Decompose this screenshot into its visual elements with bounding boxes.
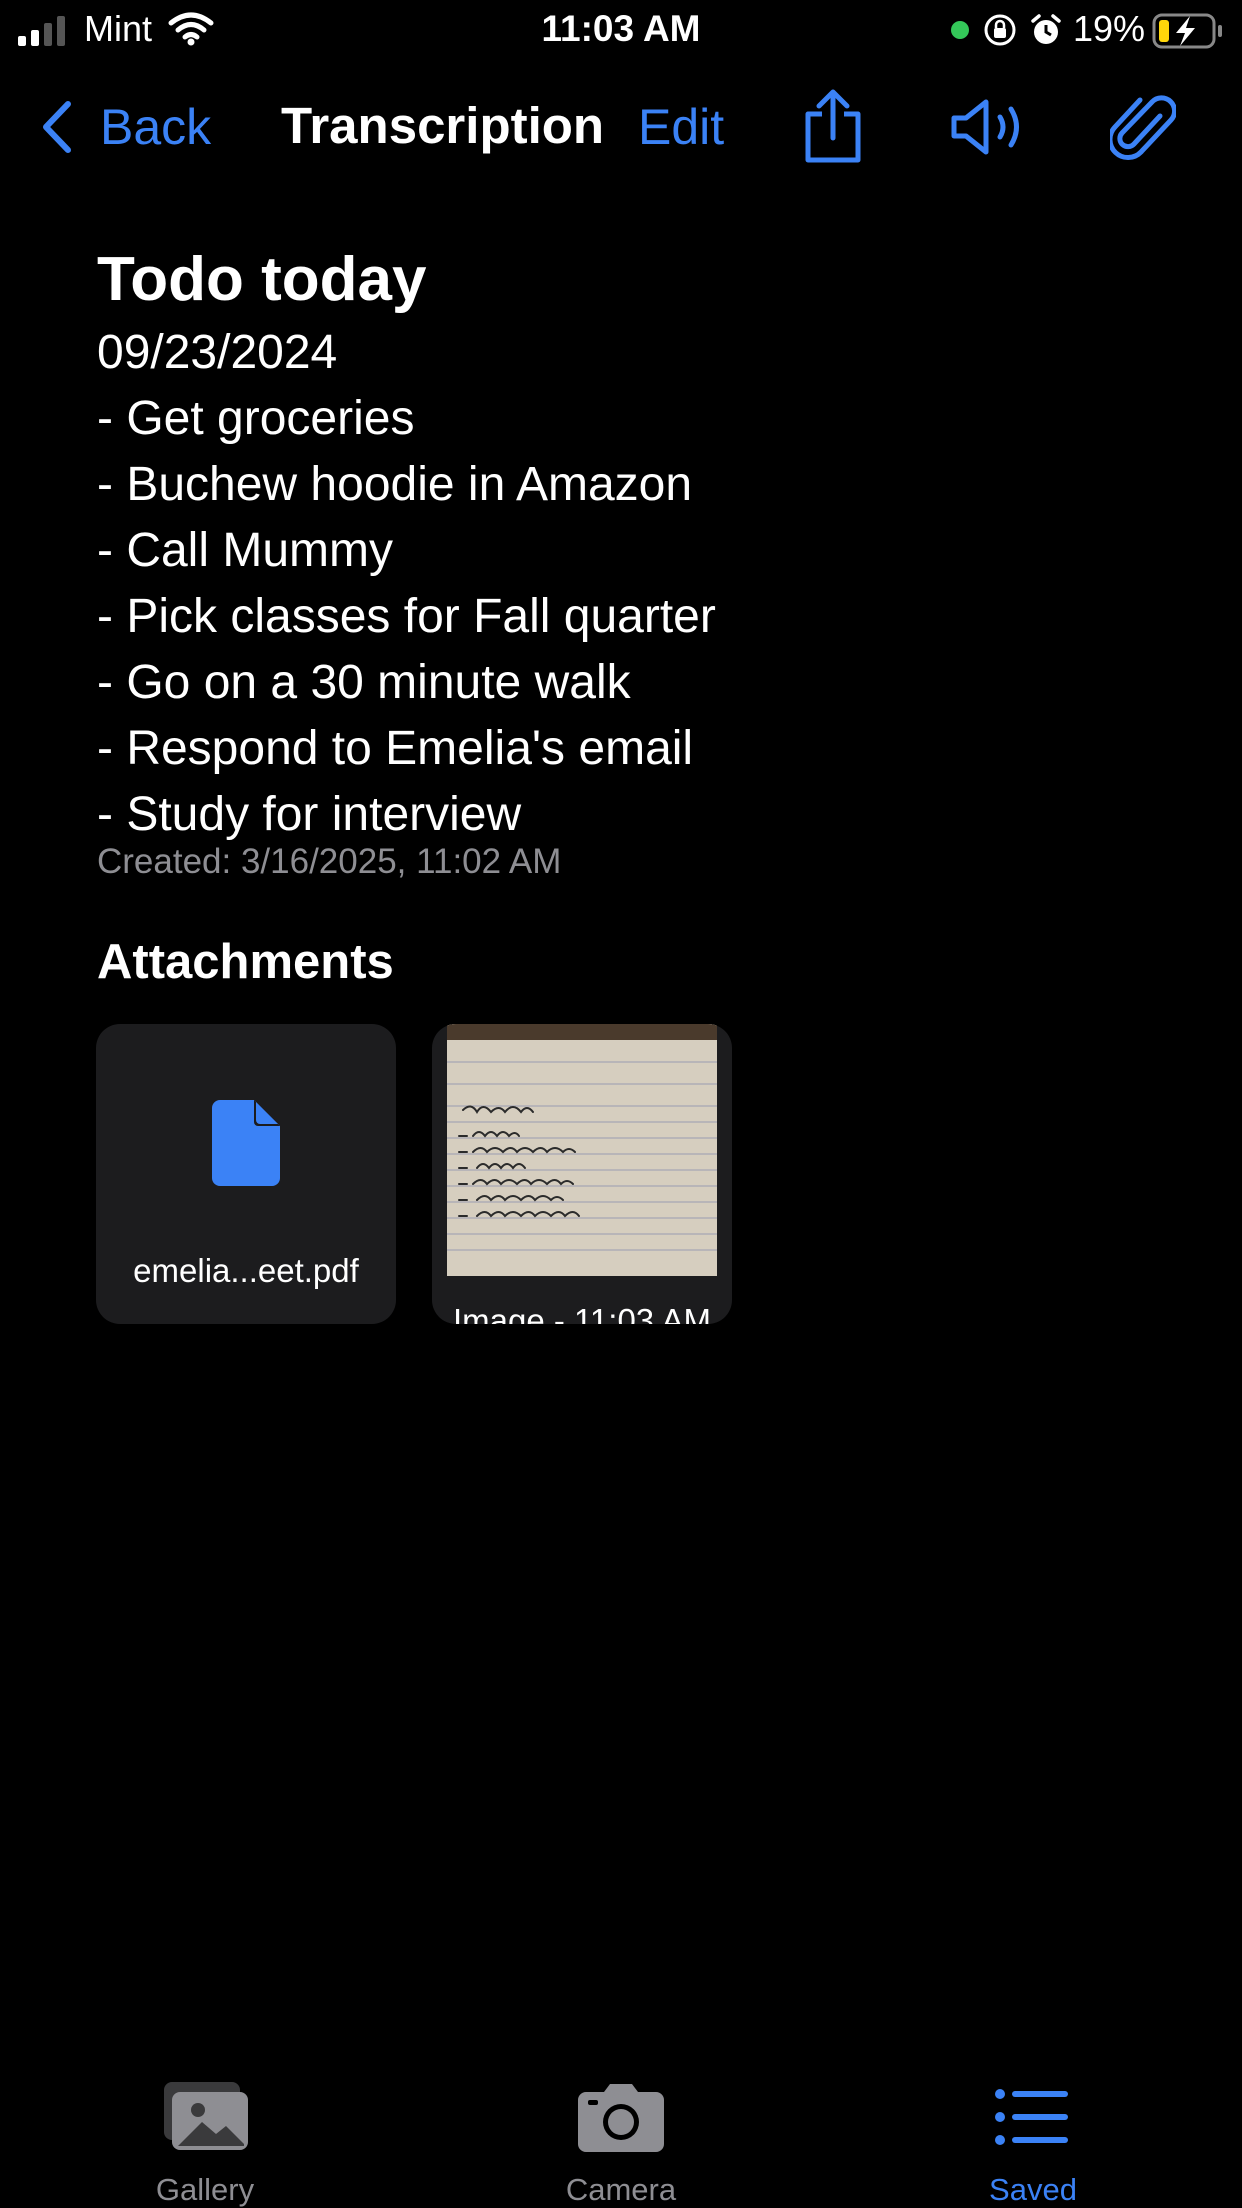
attachment-filename: emelia...eet.pdf [133, 1252, 359, 1289]
image-thumbnail [447, 1024, 717, 1276]
battery-charging-icon [1152, 13, 1222, 49]
camera-icon [578, 2084, 664, 2152]
attachment-image-card[interactable]: Image - 11:03 AM [432, 1024, 732, 1324]
tab-label: Camera [565, 2172, 677, 2207]
transcription-text: Todo today 09/23/2024 - Get groceries - … [97, 240, 1157, 848]
tab-label: Saved [989, 2172, 1077, 2207]
created-timestamp: Created: 3/16/2025, 11:02 AM [97, 842, 562, 881]
speaker-icon[interactable] [950, 98, 1030, 156]
note-line: - Call Mummy [97, 524, 393, 577]
note-line: - Pick classes for Fall quarter [97, 590, 716, 643]
note-line: - Respond to Emelia's email [97, 722, 694, 775]
chevron-left-icon [43, 101, 71, 153]
gallery-icon [164, 2082, 248, 2150]
paperclip-icon[interactable] [1110, 90, 1176, 164]
edit-button[interactable]: Edit [638, 98, 724, 156]
alarm-icon [1031, 14, 1061, 44]
note-line: - Study for interview [97, 788, 522, 841]
status-bar: Mint 11:03 AM 19% [0, 0, 1242, 62]
mic-in-use-dot-icon [951, 21, 969, 39]
page-title: Transcription [281, 97, 605, 154]
attachments-heading: Attachments [97, 935, 394, 989]
tab-label: Gallery [155, 2172, 255, 2207]
attachment-filename: Image - 11:03 AM [452, 1302, 712, 1324]
battery-percentage: 19% [1073, 8, 1146, 49]
orientation-lock-icon [984, 14, 1016, 46]
note-title: Todo today [97, 245, 427, 314]
list-icon [995, 2089, 1068, 2145]
note-line: - Buchew hoodie in Amazon [97, 458, 693, 511]
note-line: - Go on a 30 minute walk [97, 656, 631, 709]
document-icon [212, 1100, 280, 1186]
back-label[interactable]: Back [100, 98, 211, 156]
note-line: 09/23/2024 [97, 326, 338, 379]
share-icon[interactable] [800, 88, 866, 166]
attachment-pdf-card[interactable]: emelia...eet.pdf [96, 1024, 396, 1324]
note-line: - Get groceries [97, 392, 415, 445]
